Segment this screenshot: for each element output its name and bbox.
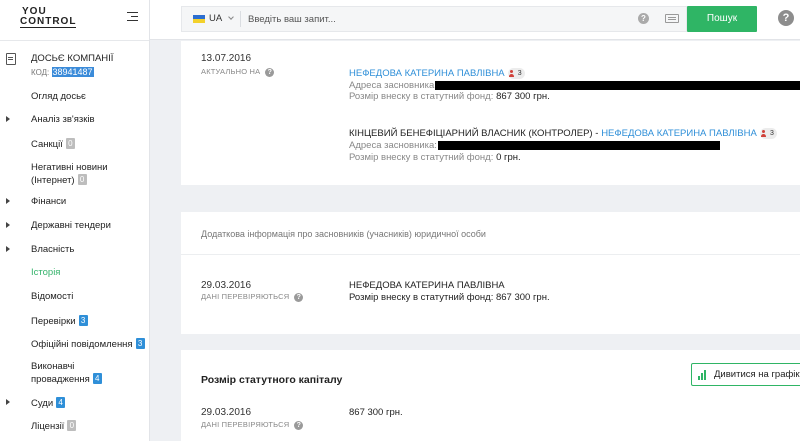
record-status: ДАНІ ПЕРЕВІРЯЮТЬСЯ? [201, 292, 304, 302]
record-status: АКТУАЛЬНО НА? [201, 67, 275, 77]
redacted-address [438, 141, 720, 150]
sidebar-item-sanctions[interactable]: Санкції 0 [31, 138, 75, 151]
sidebar-item-licenses[interactable]: Ліцензії 0 [31, 420, 77, 433]
expand-arrow-icon[interactable] [6, 246, 10, 252]
person-icon[interactable]: 3 [759, 128, 777, 139]
sidebar-item-official-notices[interactable]: Офіційні повідомлення 3 [31, 338, 145, 351]
search-input[interactable] [248, 11, 628, 27]
logo[interactable]: YOU CONTROL [20, 7, 77, 28]
founder-name-link[interactable]: НЕФЕДОВА КАТЕРИНА ПАВЛІВНА [349, 68, 505, 79]
sidebar-item-tenders[interactable]: Державні тендери [31, 220, 111, 232]
beneficiary-entry: КІНЦЕВИЙ БЕНЕФІЦІАРНИЙ ВЛАСНИК (КОНТРОЛЕ… [349, 128, 777, 139]
expand-arrow-icon[interactable] [6, 399, 10, 405]
chevron-down-icon[interactable] [228, 14, 234, 20]
founder-name: НЕФЕДОВА КАТЕРИНА ПАВЛІВНА [349, 280, 505, 291]
card-title: Розмір статутного капіталу [201, 374, 343, 386]
section-note: Додаткова інформація про засновників (уч… [201, 229, 486, 239]
divider [0, 40, 149, 41]
dossier-title: ДОСЬЄ КОМПАНІЇ [31, 53, 114, 64]
count-badge: 3 [78, 315, 88, 326]
sidebar: YOU CONTROL ДОСЬЄ КОМПАНІЇ КОД: 38941487… [0, 0, 150, 441]
founders-card: 13.07.2016 АКТУАЛЬНО НА? НЕФЕДОВА КАТЕРИ… [181, 41, 800, 185]
record-date: 13.07.2016 [201, 53, 252, 64]
sidebar-item-details[interactable]: Відомості [31, 291, 73, 303]
sidebar-item-inspections[interactable]: Перевірки 3 [31, 315, 88, 328]
expand-arrow-icon[interactable] [6, 116, 10, 122]
beneficiary-name-link[interactable]: НЕФЕДОВА КАТЕРИНА ПАВЛІВНА [601, 128, 757, 139]
sidebar-item-links-analysis[interactable]: Аналіз зв'язків [31, 114, 95, 126]
sidebar-item-overview[interactable]: Огляд досьє [31, 91, 86, 103]
founder-contribution: Розмір внеску в статутний фонд: 867 300 … [349, 292, 550, 303]
view-chart-label: Дивитися на графіку [714, 369, 800, 380]
sidebar-item-finance[interactable]: Фінанси [31, 196, 66, 208]
company-code-label: КОД: [31, 68, 50, 77]
authorized-capital-card: Розмір статутного капіталу Дивитися на г… [181, 350, 800, 441]
help-icon[interactable]: ? [778, 10, 794, 26]
menu-toggle-icon[interactable] [127, 12, 138, 22]
chart-icon [698, 370, 708, 380]
company-code-value[interactable]: 38941487 [51, 67, 94, 77]
info-icon[interactable]: ? [294, 421, 304, 430]
sidebar-item-property[interactable]: Власність [31, 244, 74, 256]
sidebar-item-courts[interactable]: Суди 4 [31, 397, 66, 410]
dossier-icon [6, 53, 16, 65]
count-badge: 4 [56, 397, 66, 408]
record-date: 29.03.2016 [201, 407, 252, 418]
divider [240, 11, 241, 27]
view-chart-button[interactable]: Дивитися на графіку [691, 363, 800, 386]
top-bar: UA ? Пошук ? [150, 0, 800, 40]
record-status: ДАНІ ПЕРЕВІРЯЮТЬСЯ? [201, 420, 304, 430]
count-badge: 0 [77, 174, 87, 185]
redacted-address [435, 81, 800, 90]
country-selector[interactable]: UA [209, 13, 222, 24]
sidebar-item-history[interactable]: Історія [31, 267, 60, 279]
expand-arrow-icon[interactable] [6, 198, 10, 204]
search-button[interactable]: Пошук [687, 6, 757, 32]
expand-arrow-icon[interactable] [6, 222, 10, 228]
sidebar-item-negative-news[interactable]: Негативні новини (Інтернет) 0 [31, 162, 108, 187]
founder-contribution: Розмір внеску в статутний фонд: 867 300 … [349, 91, 550, 102]
search-box: UA ? [181, 6, 687, 32]
sidebar-item-enforcement[interactable]: Виконавчі провадження 4 [31, 361, 102, 386]
divider [181, 254, 800, 255]
search-help-icon[interactable]: ? [638, 13, 649, 24]
company-code: КОД: 38941487 [31, 67, 94, 77]
count-badge: 3 [135, 338, 145, 349]
info-icon[interactable]: ? [265, 68, 275, 77]
count-badge: 0 [67, 420, 77, 431]
keyboard-icon[interactable] [665, 14, 679, 23]
founder-address-label: Адреса засновника: [349, 80, 437, 91]
logo-line-2: CONTROL [20, 16, 77, 28]
capital-value: 867 300 грн. [349, 407, 403, 418]
count-badge: 4 [92, 373, 102, 384]
founder-entry: НЕФЕДОВА КАТЕРИНА ПАВЛІВНА 3 [349, 68, 525, 79]
beneficiary-address-label: Адреса засновника: [349, 140, 437, 151]
ukraine-flag-icon[interactable] [193, 15, 205, 23]
beneficiary-contribution: Розмір внеску в статутний фонд: 0 грн. [349, 152, 521, 163]
info-icon[interactable]: ? [294, 293, 304, 302]
additional-info-card: Додаткова інформація про засновників (уч… [181, 212, 800, 334]
person-icon[interactable]: 3 [507, 68, 525, 79]
record-date: 29.03.2016 [201, 280, 252, 291]
count-badge: 0 [65, 138, 75, 149]
